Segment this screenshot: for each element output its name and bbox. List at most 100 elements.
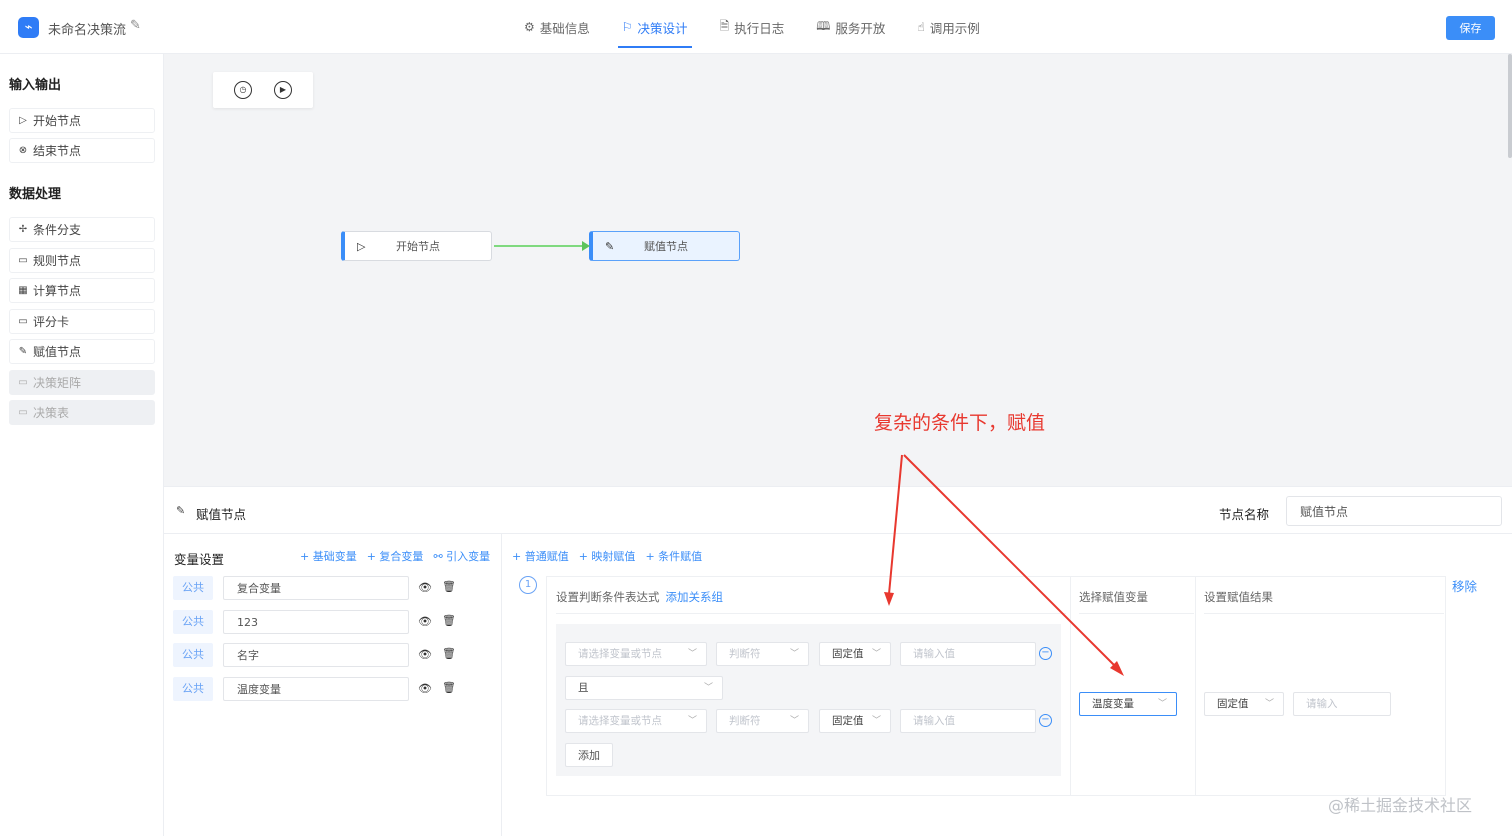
design-icon: ⚐: [621, 20, 633, 34]
palette-item-assign-node[interactable]: ✎ 赋值节点: [9, 339, 155, 364]
top-bar: ⌁ 未命名决策流 ✎ ⚙ 基础信息 ⚐ 决策设计 🗎 执行日志 🕮 服务开放 ☝ 调用示例…: [0, 0, 1512, 54]
gear-icon: ⚙: [524, 20, 535, 34]
condition-variable-select[interactable]: 请选择变量或节点 ﹀: [565, 709, 707, 733]
node-name-input[interactable]: [1286, 496, 1502, 526]
assign-result-column-header: 设置赋值结果: [1204, 577, 1444, 614]
tab-decision-design[interactable]: ⚐ 决策设计: [606, 0, 704, 54]
add-composite-variable-link[interactable]: + 复合变量: [367, 548, 424, 564]
main-tabs: ⚙ 基础信息 ⚐ 决策设计 🗎 执行日志 🕮 服务开放 ☝ 调用示例: [508, 0, 996, 54]
tab-service-open[interactable]: 🕮 服务开放: [800, 0, 901, 54]
logic-operator-select[interactable]: 且 ﹀: [565, 676, 723, 700]
app-logo-icon: ⌁: [18, 17, 39, 38]
condition-assignment-box: 设置判断条件表达式 添加关系组 选择赋值变量 设置赋值结果 请选择变量或节点 ﹀ 判…: [546, 576, 1446, 796]
import-variable-link[interactable]: ⚯ 引入变量: [433, 548, 490, 564]
variable-row: 公共 👁 🗑: [173, 610, 463, 634]
eye-icon[interactable]: 👁: [418, 648, 432, 661]
palette-item-condition-branch[interactable]: ✢ 条件分支: [9, 217, 155, 242]
scope-tag[interactable]: 公共: [173, 677, 213, 701]
canvas-scrollbar[interactable]: [1508, 54, 1512, 158]
variable-actions: + 基础变量 + 复合变量 ⚯ 引入变量: [300, 548, 490, 564]
variable-name-input[interactable]: [223, 677, 409, 701]
chevron-down-icon: ﹀: [703, 683, 713, 693]
scope-tag[interactable]: 公共: [173, 576, 213, 600]
chevron-down-icon: ﹀: [1157, 699, 1167, 709]
assign-variable-select[interactable]: 温度变量 ﹀: [1079, 692, 1177, 716]
add-relation-group-link[interactable]: 添加关系组: [666, 590, 724, 604]
operator-select[interactable]: 判断符 ﹀: [716, 642, 809, 666]
card-icon: ▭: [18, 255, 28, 266]
variable-name-input[interactable]: [223, 643, 409, 667]
palette-item-calc-node[interactable]: ▦ 计算节点: [9, 278, 155, 303]
remove-condition-icon[interactable]: −: [1039, 714, 1052, 727]
tab-call-example[interactable]: ☝ 调用示例: [901, 0, 995, 54]
palette-item-decision-matrix[interactable]: ▭ 决策矩阵: [9, 370, 155, 395]
trash-icon[interactable]: 🗑: [442, 580, 456, 593]
chevron-down-icon: ﹀: [871, 649, 881, 659]
assignment-index-badge: 1: [519, 576, 537, 594]
watermark: @稀土掘金技术社区: [1328, 796, 1473, 815]
value-type-select[interactable]: 固定值 ﹀: [819, 642, 891, 666]
calculator-icon: ▦: [18, 285, 28, 296]
value-type-select[interactable]: 固定值 ﹀: [819, 709, 891, 733]
trash-icon[interactable]: 🗑: [442, 614, 456, 627]
variable-name-input[interactable]: [223, 610, 409, 634]
hand-pointer-icon: ☝: [917, 20, 925, 34]
tab-execution-log[interactable]: 🗎 执行日志: [704, 0, 801, 54]
remove-assignment-link[interactable]: 移除: [1452, 576, 1477, 595]
condition-variable-select[interactable]: 请选择变量或节点 ﹀: [565, 642, 707, 666]
eye-icon[interactable]: 👁: [418, 581, 432, 594]
section-title-io: 输入输出: [9, 78, 62, 93]
variable-row: 公共 👁 🗑: [173, 643, 463, 667]
assignment-actions: + 普通赋值 + 映射赋值 + 条件赋值: [512, 548, 702, 564]
palette-item-decision-table[interactable]: ▭ 决策表: [9, 400, 155, 425]
scope-tag[interactable]: 公共: [173, 643, 213, 667]
add-normal-assign-link[interactable]: + 普通赋值: [512, 548, 569, 564]
eye-icon[interactable]: 👁: [418, 682, 432, 695]
palette-item-end-node[interactable]: ⊗ 结束节点: [9, 138, 155, 163]
node-config-panel: ✎ 赋值节点 节点名称 变量设置 + 基础变量 + 复合变量 ⚯ 引入变量 公共…: [164, 486, 1512, 836]
add-condition-assign-link[interactable]: + 条件赋值: [645, 548, 702, 564]
card-icon: ▭: [18, 377, 28, 388]
trash-icon[interactable]: 🗑: [442, 647, 456, 660]
variable-name-input[interactable]: [223, 576, 409, 600]
annotation-text: 复杂的条件下，赋值: [874, 412, 1046, 434]
condition-group: 请选择变量或节点 ﹀ 判断符 ﹀ 固定值 ﹀ 请输入值 − 且 ﹀ 请选择变量或节点 ﹀ …: [556, 624, 1061, 776]
edit-icon: ✎: [18, 346, 28, 357]
play-circle-icon: ▷: [19, 115, 27, 126]
condition-value-input[interactable]: 请输入值: [900, 642, 1036, 666]
save-button[interactable]: 保存: [1446, 16, 1495, 40]
edit-icon: ✎: [176, 504, 186, 517]
eye-icon[interactable]: 👁: [418, 615, 432, 628]
assignment-settings: + 普通赋值 + 映射赋值 + 条件赋值 1 设置判断条件表达式 添加关系组 选择…: [502, 534, 1512, 836]
operator-select[interactable]: 判断符 ﹀: [716, 709, 809, 733]
scope-tag[interactable]: 公共: [173, 610, 213, 634]
flow-canvas[interactable]: ◷ ▶ ▷ 开始节点 ✎ 赋值节点: [164, 54, 1512, 486]
chevron-down-icon: ﹀: [789, 649, 799, 659]
result-value-input[interactable]: 请输入: [1293, 692, 1391, 716]
app-title[interactable]: 未命名决策流: [48, 19, 126, 38]
section-title-data: 数据处理: [9, 187, 62, 202]
chevron-down-icon: ﹀: [687, 649, 697, 659]
variable-settings: 变量设置 + 基础变量 + 复合变量 ⚯ 引入变量 公共 👁 🗑 公共 👁 🗑 …: [164, 534, 502, 836]
remove-condition-icon[interactable]: −: [1039, 647, 1052, 660]
flow-edge[interactable]: [164, 54, 1512, 486]
document-icon: 🗎: [719, 18, 730, 33]
palette-item-start-node[interactable]: ▷ 开始节点: [9, 108, 155, 133]
chevron-down-icon: ﹀: [789, 716, 799, 726]
column-divider: [1070, 577, 1071, 795]
trash-icon[interactable]: 🗑: [442, 681, 456, 694]
add-condition-button[interactable]: 添加: [565, 743, 613, 767]
palette-item-scorecard[interactable]: ▭ 评分卡: [9, 309, 155, 334]
assign-variable-column-header: 选择赋值变量: [1079, 577, 1194, 614]
add-mapping-assign-link[interactable]: + 映射赋值: [579, 548, 636, 564]
add-basic-variable-link[interactable]: + 基础变量: [300, 548, 357, 564]
result-type-select[interactable]: 固定值 ﹀: [1204, 692, 1284, 716]
card-icon: ▭: [18, 316, 28, 327]
tab-basic-info[interactable]: ⚙ 基础信息: [508, 0, 606, 54]
palette-item-rule-node[interactable]: ▭ 规则节点: [9, 248, 155, 273]
node-palette-sidebar: 输入输出 ▷ 开始节点 ⊗ 结束节点 数据处理 ✢ 条件分支 ▭ 规则节点 ▦ 计算节点 …: [0, 54, 164, 836]
panel-header: ✎ 赋值节点 节点名称: [164, 487, 1512, 534]
edit-pencil-icon[interactable]: ✎: [130, 18, 141, 33]
panel-title: 赋值节点: [196, 507, 247, 522]
condition-value-input[interactable]: 请输入值: [900, 709, 1036, 733]
